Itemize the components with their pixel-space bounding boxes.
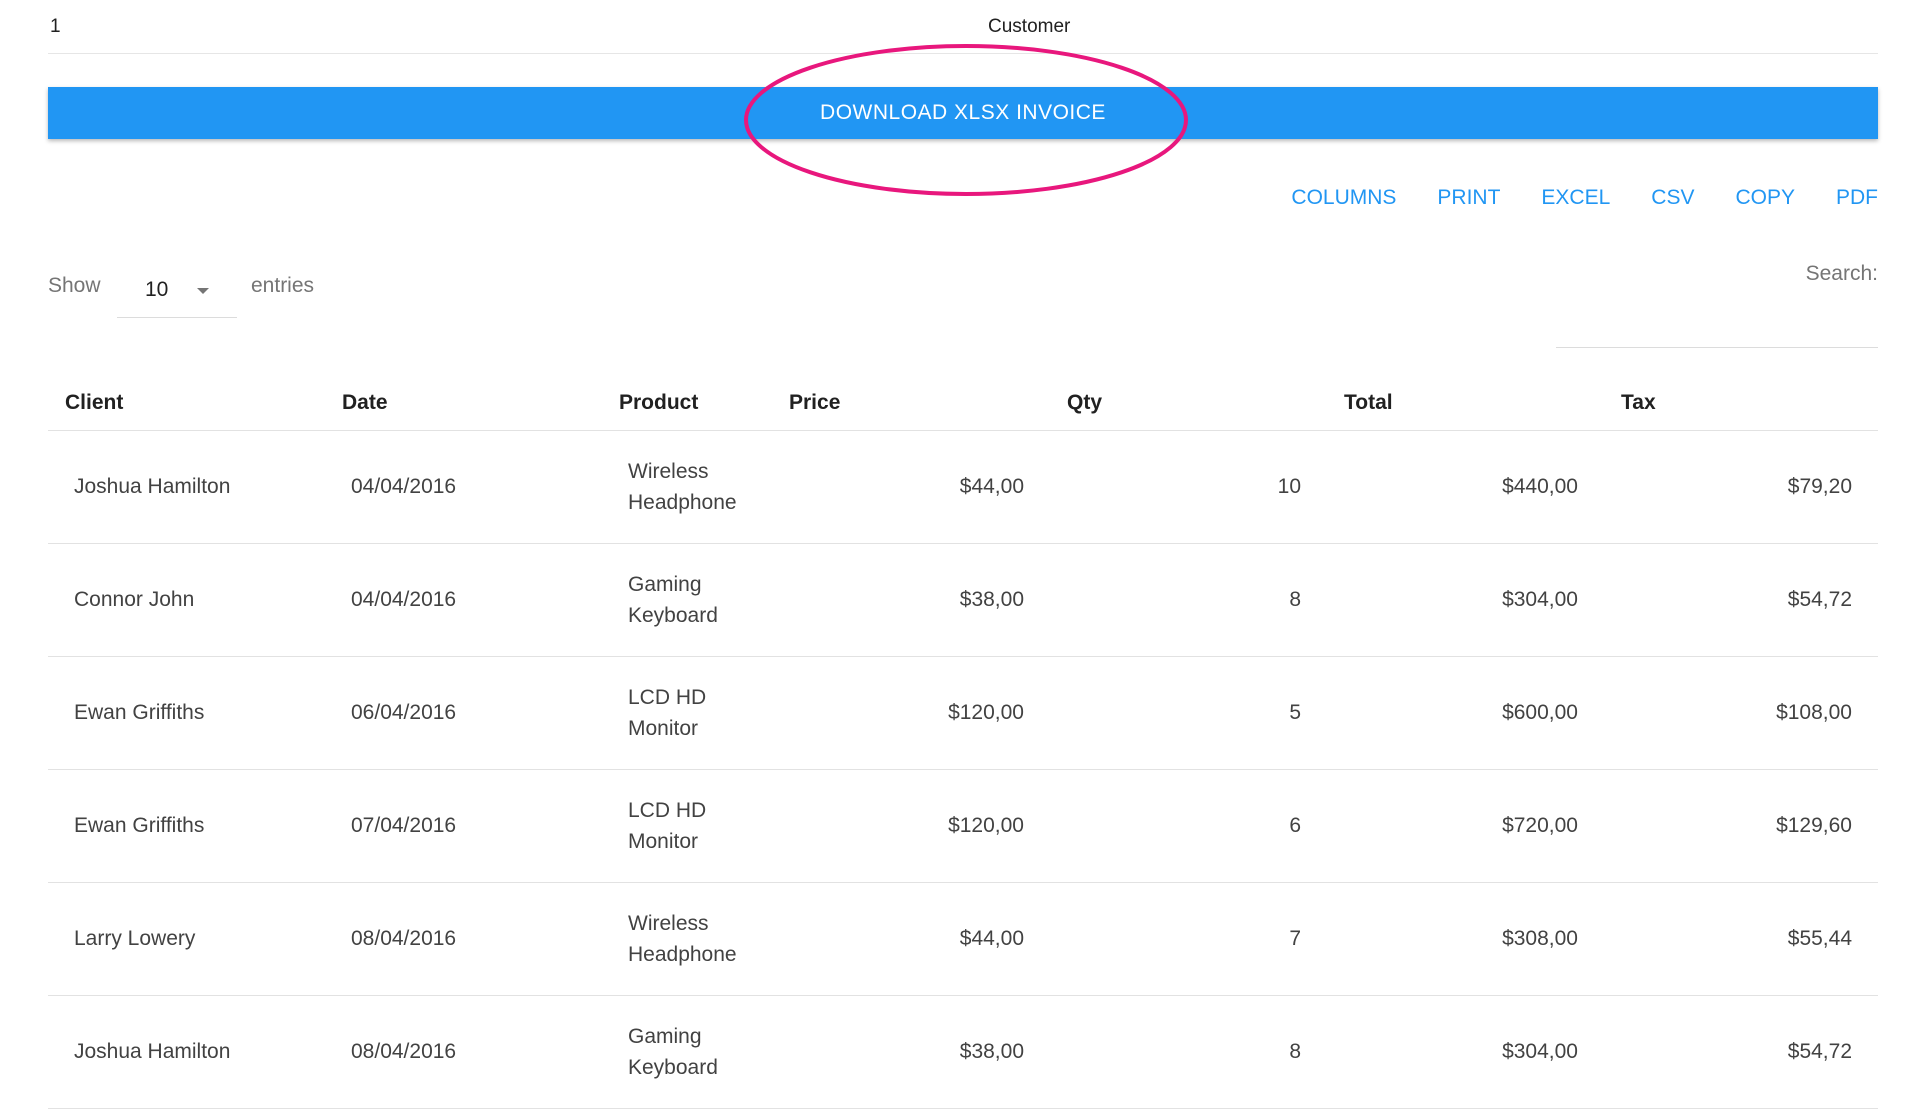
cell-price: $44,00 [772,430,1050,544]
cell-product: LCD HD Monitor [602,656,772,770]
cell-qty: 7 [1050,882,1327,996]
csv-button[interactable]: CSV [1651,186,1694,210]
cell-product: Gaming Keyboard [602,543,772,657]
table-row: Ewan Griffiths 06/04/2016 LCD HD Monitor … [48,656,1878,770]
cell-client: Joshua Hamilton [48,995,325,1109]
cell-date: 06/04/2016 [325,656,602,770]
print-button[interactable]: PRINT [1437,186,1500,210]
search-label: Search: [1805,262,1878,285]
column-header-tax[interactable]: Tax [1604,376,1878,431]
invoice-data-table: Client Date Product Price Qty Total Tax … [48,376,1878,1109]
product-line-2: Monitor [628,829,699,853]
caret-down-icon [197,288,209,294]
cell-tax: $108,00 [1604,656,1878,770]
table-row: Connor John 04/04/2016 Gaming Keyboard $3… [48,543,1878,657]
cell-date: 04/04/2016 [325,430,602,544]
cell-price: $38,00 [772,995,1050,1109]
entries-label: entries [251,274,315,297]
column-header-price[interactable]: Price [772,376,1050,431]
table-row: Joshua Hamilton 08/04/2016 Gaming Keyboar… [48,995,1878,1109]
cell-tax: $79,20 [1604,430,1878,544]
customer-header-row: 1 Customer [48,0,1878,54]
column-header-qty[interactable]: Qty [1050,376,1327,431]
columns-button[interactable]: COLUMNS [1291,186,1396,210]
cell-tax: $54,72 [1604,995,1878,1109]
cell-client: Ewan Griffiths [48,769,325,883]
product-line-2: Keyboard [628,1055,718,1079]
cell-date: 04/04/2016 [325,543,602,657]
cell-client: Joshua Hamilton [48,430,325,544]
cell-tax: $54,72 [1604,543,1878,657]
cell-qty: 8 [1050,543,1327,657]
cell-price: $38,00 [772,543,1050,657]
cell-product: Wireless Headphone [602,882,772,996]
cell-total: $304,00 [1327,543,1604,657]
product-line-2: Headphone [628,942,737,966]
table-row: Joshua Hamilton 04/04/2016 Wireless Headp… [48,430,1878,544]
product-line-2: Keyboard [628,603,718,627]
cell-qty: 8 [1050,995,1327,1109]
product-line-2: Headphone [628,490,737,514]
entries-per-page-value: 10 [145,278,169,301]
product-line-1: Wireless [628,459,709,483]
cell-product: LCD HD Monitor [602,769,772,883]
product-line-1: Gaming [628,572,702,596]
search-input[interactable] [1556,300,1878,348]
cell-total: $600,00 [1327,656,1604,770]
cell-price: $120,00 [772,656,1050,770]
cell-date: 07/04/2016 [325,769,602,883]
cell-price: $44,00 [772,882,1050,996]
product-line-1: LCD HD [628,685,707,709]
column-header-client[interactable]: Client [48,376,325,431]
excel-button[interactable]: EXCEL [1541,186,1610,210]
show-label: Show [48,274,101,297]
product-line-1: Wireless [628,911,709,935]
product-line-2: Monitor [628,716,699,740]
entries-per-page-select[interactable]: 10 [117,274,237,318]
cell-client: Larry Lowery [48,882,325,996]
cell-total: $720,00 [1327,769,1604,883]
download-xlsx-invoice-button[interactable]: DOWNLOAD XLSX INVOICE [48,87,1878,139]
cell-qty: 6 [1050,769,1327,883]
product-line-1: Gaming [628,1024,702,1048]
column-header-date[interactable]: Date [325,376,602,431]
cell-product: Wireless Headphone [602,430,772,544]
cell-total: $308,00 [1327,882,1604,996]
column-header-total[interactable]: Total [1327,376,1604,431]
cell-date: 08/04/2016 [325,995,602,1109]
customer-label: Customer [988,16,1071,37]
cell-client: Connor John [48,543,325,657]
cell-price: $120,00 [772,769,1050,883]
export-toolbar: COLUMNS PRINT EXCEL CSV COPY PDF [1250,186,1878,210]
table-row: Ewan Griffiths 07/04/2016 LCD HD Monitor … [48,769,1878,883]
table-row: Larry Lowery 08/04/2016 Wireless Headphon… [48,882,1878,996]
pdf-button[interactable]: PDF [1836,186,1878,210]
cell-tax: $129,60 [1604,769,1878,883]
cell-total: $440,00 [1327,430,1604,544]
cell-qty: 10 [1050,430,1327,544]
cell-client: Ewan Griffiths [48,656,325,770]
product-line-1: LCD HD [628,798,707,822]
cell-qty: 5 [1050,656,1327,770]
cell-product: Gaming Keyboard [602,995,772,1109]
copy-button[interactable]: COPY [1735,186,1795,210]
cell-tax: $55,44 [1604,882,1878,996]
cell-date: 08/04/2016 [325,882,602,996]
row-number: 1 [50,16,61,37]
cell-total: $304,00 [1327,995,1604,1109]
table-header-row: Client Date Product Price Qty Total Tax [48,376,1878,431]
column-header-product[interactable]: Product [602,376,772,431]
